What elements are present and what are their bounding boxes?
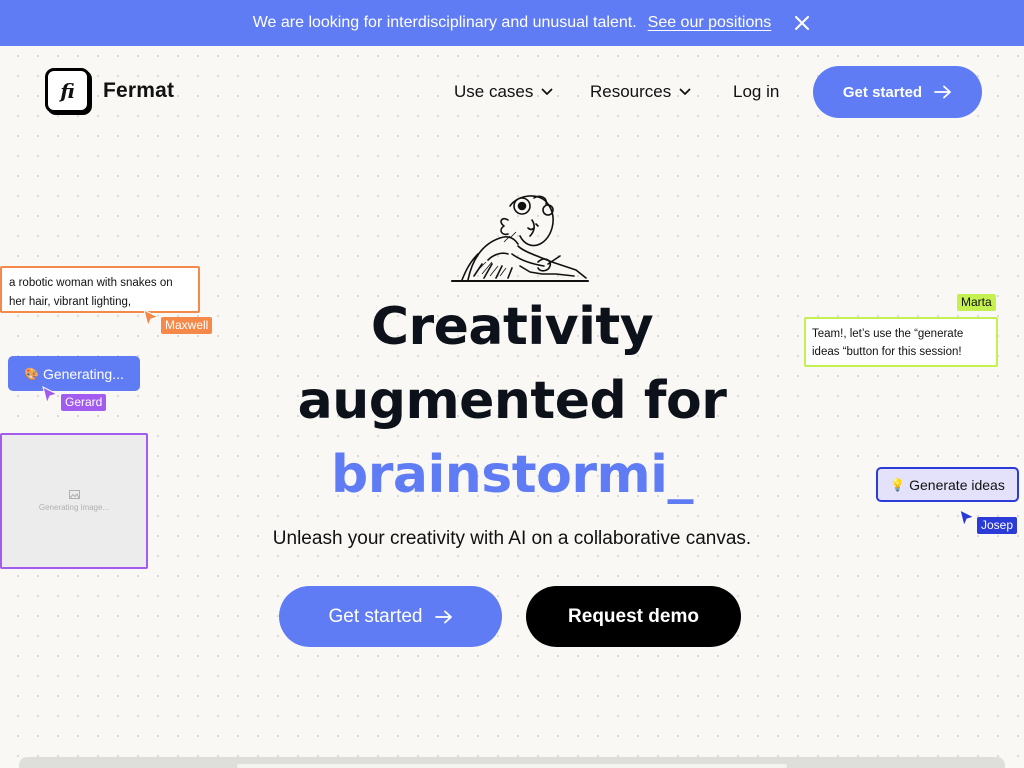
- generate-ideas-label: Generate ideas: [909, 476, 1005, 493]
- image-placeholder: Generating image...: [0, 433, 148, 569]
- nav-login[interactable]: Log in: [733, 82, 779, 102]
- app-preview-toolbar: [237, 764, 787, 768]
- writer-illustration: [451, 195, 589, 282]
- lightbulb-icon: 💡: [890, 477, 906, 492]
- generating-label: Generating...: [42, 365, 124, 382]
- maxwell-tag: Maxwell: [161, 317, 213, 334]
- prompt-card-text: a robotic woman with snakes on her hair,…: [9, 277, 173, 308]
- arrow-right-icon: [434, 610, 452, 623]
- hero-get-started-label: Get started: [328, 605, 423, 627]
- nav-resources-label: Resources: [590, 82, 672, 101]
- nav-resources[interactable]: Resources: [590, 82, 691, 102]
- request-demo-button[interactable]: Request demo: [526, 586, 741, 647]
- josep-tag: Josep: [977, 517, 1018, 534]
- marta-tag: Marta: [957, 294, 996, 311]
- prompt-card: a robotic woman with snakes on her hair,…: [0, 266, 200, 313]
- generating-button[interactable]: 🎨 Generating...: [8, 356, 140, 391]
- logo-glyph: fi: [60, 78, 75, 103]
- arrow-right-icon: [934, 85, 951, 99]
- cursor-icon: [42, 386, 58, 404]
- marta-message-card: Team!, let’s use the “generate ideas “bu…: [804, 317, 998, 367]
- headline-line-1: Creativity: [370, 297, 654, 357]
- positions-link[interactable]: See our positions: [648, 14, 772, 32]
- hero-headline: Creativity augmented for brainstormi_: [212, 290, 812, 512]
- image-placeholder-label: Generating image...: [38, 503, 110, 512]
- palette-icon: 🎨: [24, 366, 39, 381]
- header-get-started-label: Get started: [842, 83, 923, 101]
- close-icon[interactable]: [792, 13, 812, 33]
- generate-ideas-button[interactable]: 💡 Generate ideas: [876, 467, 1019, 502]
- nav-use-cases[interactable]: Use cases: [454, 82, 553, 102]
- cursor-icon: [143, 309, 159, 327]
- marta-message-text: Team!, let’s use the “generate ideas “bu…: [812, 328, 964, 358]
- app-preview-frame: [19, 757, 1005, 768]
- chevron-down-icon: [541, 88, 553, 95]
- hero-subtitle: Unleash your creativity with AI on a col…: [272, 528, 752, 549]
- headline-typed-word: brainstormi_: [331, 445, 694, 505]
- brand-name[interactable]: Fermat: [103, 79, 174, 103]
- fermat-logo-icon[interactable]: fi: [45, 68, 90, 113]
- request-demo-label: Request demo: [568, 605, 699, 627]
- header-get-started-button[interactable]: Get started: [813, 66, 982, 118]
- chevron-down-icon: [679, 88, 691, 95]
- announcement-bar: We are looking for interdisciplinary and…: [0, 0, 1024, 46]
- image-icon: [68, 490, 80, 499]
- hero-get-started-button[interactable]: Get started: [279, 586, 502, 647]
- nav-use-cases-label: Use cases: [454, 82, 534, 101]
- nav-login-label: Log in: [733, 82, 780, 101]
- headline-line-2: augmented for: [297, 371, 727, 431]
- gerard-tag: Gerard: [61, 394, 107, 411]
- cursor-icon: [959, 509, 975, 527]
- announcement-text: We are looking for interdisciplinary and…: [252, 14, 637, 31]
